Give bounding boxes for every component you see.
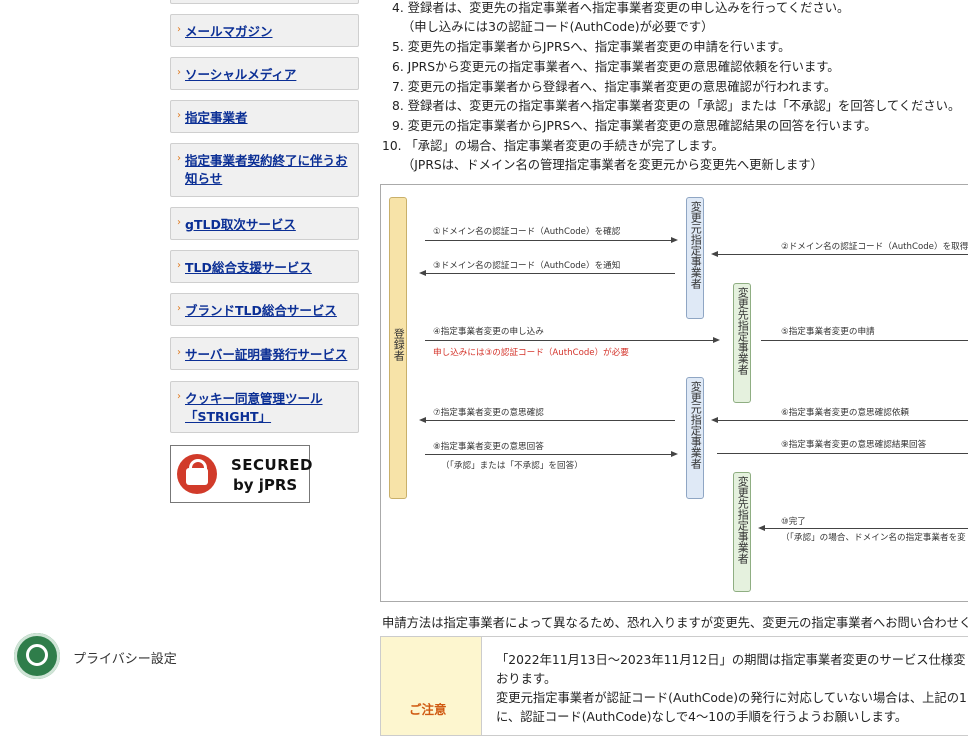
chevron-right-icon: › — [177, 153, 181, 164]
arrow-head-left — [758, 525, 765, 531]
caution-line: おります。 — [496, 672, 557, 686]
msg-2-label: ②ドメイン名の認証コード（AuthCode）を取得 — [781, 242, 968, 252]
sidebar-link[interactable]: ソーシャルメディア — [185, 67, 296, 82]
inquiry-note: 申請方法は指定事業者によって異なるため、恐れ入りますが変更先、変更元の指定事業者… — [382, 616, 968, 630]
sidebar-link-line: 指定事業者契約終了に伴うお — [185, 153, 348, 168]
privacy-settings-label[interactable]: プライバシー設定 — [73, 648, 177, 667]
arrow-line — [425, 273, 675, 274]
actor-old-registrar: 変更元指定事業者 — [686, 197, 704, 319]
arrow-head-right — [671, 237, 678, 243]
registrar-transfer-diagram: 登録者 変更元指定事業者 変更先指定事業者 変更元指定事業者 変更先指定事業者 … — [380, 184, 968, 602]
actor-label: 変更元指定事業者 — [689, 381, 703, 469]
chevron-right-icon: › — [177, 110, 181, 121]
actor-old-registrar: 変更元指定事業者 — [686, 377, 704, 499]
msg-9-label: ⑨指定事業者変更の意思確認結果回答 — [781, 440, 927, 450]
chevron-right-icon: › — [177, 260, 181, 271]
sidebar-link[interactable]: 指定事業者契約終了に伴うお 知らせ — [185, 153, 348, 186]
arrow-head-left — [711, 417, 718, 423]
sidebar-link[interactable]: 指定事業者 — [185, 110, 248, 125]
chevron-right-icon: › — [177, 24, 181, 35]
secured-badge-line1: SECURED — [231, 456, 313, 474]
sidebar-link-line: 知らせ — [185, 171, 223, 186]
step-item: （JPRSは、ドメイン名の管理指定事業者を変更元から変更先へ更新します） — [402, 158, 823, 172]
chevron-right-icon: › — [177, 217, 181, 228]
step-item: 8. 登録者は、変更元の指定事業者へ指定事業者変更の「承認」または「不承認」を回… — [392, 99, 961, 113]
sidebar-item-mail-magazine[interactable]: › メールマガジン — [170, 14, 359, 47]
step-item: 5. 変更先の指定事業者からJPRSへ、指定事業者変更の申請を行います。 — [392, 40, 791, 54]
msg-5-label: ⑤指定事業者変更の申請 — [781, 327, 875, 337]
chevron-right-icon: › — [177, 391, 181, 402]
actor-label: 変更先指定事業者 — [736, 287, 750, 375]
sidebar-link[interactable]: メールマガジン — [185, 24, 273, 39]
sidebar-item-social-media[interactable]: › ソーシャルメディア — [170, 57, 359, 90]
caution-table: ご注意 「2022年11月13日～2023年11月12日」の期間は指定事業者変更… — [380, 636, 968, 736]
arrow-line — [425, 240, 675, 241]
sidebar-item-gtld[interactable]: › gTLD取次サービス — [170, 207, 359, 240]
arrow-head-left — [419, 270, 426, 276]
msg-4-label: ④指定事業者変更の申し込み — [433, 327, 544, 337]
privacy-gear-icon[interactable] — [14, 633, 60, 679]
arrow-line — [717, 254, 968, 255]
sidebar-link[interactable]: サーバー証明書発行サービス — [185, 347, 347, 362]
arrow-head-right — [671, 451, 678, 457]
caution-header-label: ご注意 — [409, 702, 447, 717]
arrow-head-right — [713, 337, 720, 343]
caution-line: 「2022年11月13日～2023年11月12日」の期間は指定事業者変更のサービ… — [496, 653, 966, 667]
sidebar-link-line: クッキー同意管理ツール — [185, 391, 323, 406]
msg-7-label: ⑦指定事業者変更の意思確認 — [433, 408, 544, 418]
secured-badge[interactable]: SECURED by jPRS — [170, 445, 313, 503]
arrow-head-left — [419, 417, 426, 423]
msg-1-label: ①ドメイン名の認証コード（AuthCode）を確認 — [433, 227, 621, 237]
caution-line: 変更元指定事業者が認証コード(AuthCode)の発行に対応していない場合は、上… — [496, 691, 967, 705]
caution-line: に、認証コード(AuthCode)なしで4～10の手順を行うようお願いします。 — [496, 710, 908, 724]
sidebar-item-server-cert[interactable]: › サーバー証明書発行サービス — [170, 337, 359, 370]
msg-3-label: ③ドメイン名の認証コード（AuthCode）を通知 — [433, 261, 621, 271]
gear-shape — [26, 644, 48, 666]
arrow-line — [717, 453, 968, 454]
sidebar-link[interactable]: gTLD取次サービス — [185, 217, 296, 232]
secured-badge-line2: by jPRS — [233, 476, 298, 494]
actor-label: 変更先指定事業者 — [736, 476, 750, 564]
step-item: 10. 「承認」の場合、指定事業者変更の手続きが完了します。 — [382, 139, 724, 153]
actor-new-registrar: 変更先指定事業者 — [733, 283, 751, 403]
actor-label: 変更元指定事業者 — [689, 201, 703, 289]
sidebar-item-brand-tld[interactable]: › ブランドTLD総合サービス — [170, 293, 359, 326]
chevron-right-icon: › — [177, 303, 181, 314]
lock-body — [186, 468, 208, 485]
sidebar-item-cookie-consent[interactable]: › クッキー同意管理ツール 「STRIGHT」 — [170, 381, 359, 433]
sidebar-link-line: 「STRIGHT」 — [185, 409, 272, 424]
msg-10-note: （「承認」の場合、ドメイン名の指定事業者を変 — [781, 533, 966, 543]
step-item: 9. 変更元の指定事業者からJPRSへ、指定事業者変更の意思確認結果の回答を行い… — [392, 119, 877, 133]
arrow-head-left — [711, 251, 718, 257]
arrow-line — [717, 420, 968, 421]
caution-header: ご注意 — [381, 637, 482, 735]
sidebar-link[interactable]: クッキー同意管理ツール 「STRIGHT」 — [185, 391, 323, 424]
msg-4-note: 申し込みには③の認証コード（AuthCode）が必要 — [433, 348, 629, 358]
caution-body: 「2022年11月13日～2023年11月12日」の期間は指定事業者変更のサービ… — [496, 651, 968, 727]
arrow-line — [425, 454, 675, 455]
sidebar-item-registrar-contract-end[interactable]: › 指定事業者契約終了に伴うお 知らせ — [170, 143, 359, 197]
sidebar-item-partial[interactable] — [170, 0, 359, 4]
msg-6-label: ⑥指定事業者変更の意思確認依頼 — [781, 408, 910, 418]
chevron-right-icon: › — [177, 347, 181, 358]
sidebar-link[interactable]: ブランドTLD総合サービス — [185, 303, 337, 318]
arrow-line — [425, 340, 717, 341]
step-item: 4. 登録者は、変更先の指定事業者へ指定事業者変更の申し込みを行ってください。 — [392, 1, 850, 15]
msg-8-label: ⑧指定事業者変更の意思回答 — [433, 442, 544, 452]
step-item: （申し込みには3の認証コード(AuthCode)が必要です） — [402, 20, 714, 34]
step-item: 6. JPRSから変更元の指定事業者へ、指定事業者変更の意思確認依頼を行います。 — [392, 60, 840, 74]
arrow-line — [761, 340, 968, 341]
sidebar-item-tld-support[interactable]: › TLD総合支援サービス — [170, 250, 359, 283]
sidebar-item-registrar[interactable]: › 指定事業者 — [170, 100, 359, 133]
sidebar-link[interactable]: TLD総合支援サービス — [185, 260, 312, 275]
msg-8-note: （「承認」または「不承認」を回答） — [441, 461, 583, 471]
actor-new-registrar: 変更先指定事業者 — [733, 472, 751, 592]
step-item: 7. 変更元の指定事業者から登録者へ、指定事業者変更の意思確認が行われます。 — [392, 80, 837, 94]
arrow-line — [425, 420, 675, 421]
actor-registrant: 登録者 — [389, 197, 407, 499]
arrow-line — [764, 528, 968, 529]
msg-10-label: ⑩完了 — [781, 517, 806, 527]
chevron-right-icon: › — [177, 67, 181, 78]
actor-label: 登録者 — [392, 328, 406, 361]
